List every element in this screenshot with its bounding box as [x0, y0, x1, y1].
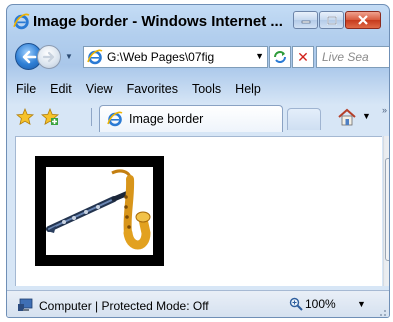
saxophone-icon: [111, 169, 151, 250]
menu-help[interactable]: Help: [235, 82, 261, 96]
stop-button[interactable]: ✕: [292, 46, 314, 68]
new-tab-button[interactable]: [287, 108, 321, 130]
scroll-down-icon[interactable]: ▼: [384, 269, 389, 284]
navigation-bar: ▼ G:\Web Pages\07fig ▼ ✕ Live Sea: [7, 39, 389, 73]
grip-icon: [388, 206, 389, 213]
browser-window: Image border - Windows Internet ... ▼ G:…: [6, 4, 390, 318]
instruments-picture: [46, 169, 151, 250]
scroll-thumb[interactable]: [385, 158, 389, 261]
zoom-level: 100%: [305, 297, 336, 311]
clarinet-icon: [46, 190, 131, 233]
maximize-button[interactable]: [319, 11, 344, 29]
tab-label: Image border: [129, 112, 204, 126]
address-text[interactable]: G:\Web Pages\07fig: [107, 50, 242, 64]
home-icon[interactable]: [337, 108, 357, 126]
home-dropdown-icon[interactable]: ▼: [362, 111, 371, 121]
page-content: [15, 136, 382, 286]
window-title: Image border - Windows Internet ...: [33, 13, 283, 30]
toolbar-separator: [91, 108, 92, 126]
address-dropdown-icon[interactable]: ▼: [255, 51, 264, 61]
close-icon: [358, 15, 368, 25]
zoom-dropdown-icon[interactable]: ▼: [357, 299, 366, 309]
close-button[interactable]: [345, 11, 381, 29]
instrument-image: [46, 167, 153, 255]
resize-grip-icon[interactable]: [377, 307, 387, 317]
tab-row: Image border ▼ »: [7, 102, 389, 132]
add-favorites-icon[interactable]: [41, 108, 59, 126]
caption-buttons: [292, 11, 381, 30]
minimize-button[interactable]: [293, 11, 318, 29]
refresh-button[interactable]: [269, 46, 291, 68]
menu-favorites[interactable]: Favorites: [127, 82, 178, 96]
forward-button[interactable]: [37, 45, 61, 69]
back-arrow-icon: [22, 50, 36, 63]
vertical-scrollbar[interactable]: ▲ ▼: [383, 136, 389, 286]
title-bar[interactable]: Image border - Windows Internet ...: [7, 5, 389, 39]
tab-image-border[interactable]: Image border: [99, 105, 283, 132]
stop-icon: ✕: [297, 48, 309, 65]
minimize-icon: [301, 20, 310, 24]
more-tools-chevron-icon[interactable]: »: [382, 105, 387, 115]
ie-logo-icon: [13, 13, 30, 30]
menu-tools[interactable]: Tools: [192, 82, 221, 96]
refresh-icon: [274, 51, 286, 63]
address-bar[interactable]: G:\Web Pages\07fig ▼: [83, 46, 268, 68]
menu-bar: File Edit View Favorites Tools Help: [7, 79, 389, 99]
security-zone-text[interactable]: Computer | Protected Mode: Off: [39, 299, 209, 313]
menu-view[interactable]: View: [86, 82, 113, 96]
favorites-center-icon[interactable]: [16, 108, 34, 126]
ie-page-icon: [87, 49, 103, 65]
forward-arrow-icon: [42, 51, 55, 63]
menu-edit[interactable]: Edit: [50, 82, 72, 96]
search-input[interactable]: Live Sea: [316, 46, 389, 68]
recent-pages-dropdown[interactable]: ▼: [65, 52, 73, 61]
zoom-magnifier-icon: [289, 297, 303, 311]
bordered-image: [35, 156, 164, 266]
computer-zone-icon: [18, 298, 33, 311]
status-bar: Computer | Protected Mode: Off 100% ▼: [7, 290, 389, 317]
ie-page-icon: [107, 111, 123, 127]
maximize-icon: [326, 15, 337, 25]
zoom-control[interactable]: 100%: [289, 297, 336, 311]
menu-file[interactable]: File: [16, 82, 36, 96]
scroll-up-icon[interactable]: ▲: [384, 138, 389, 153]
